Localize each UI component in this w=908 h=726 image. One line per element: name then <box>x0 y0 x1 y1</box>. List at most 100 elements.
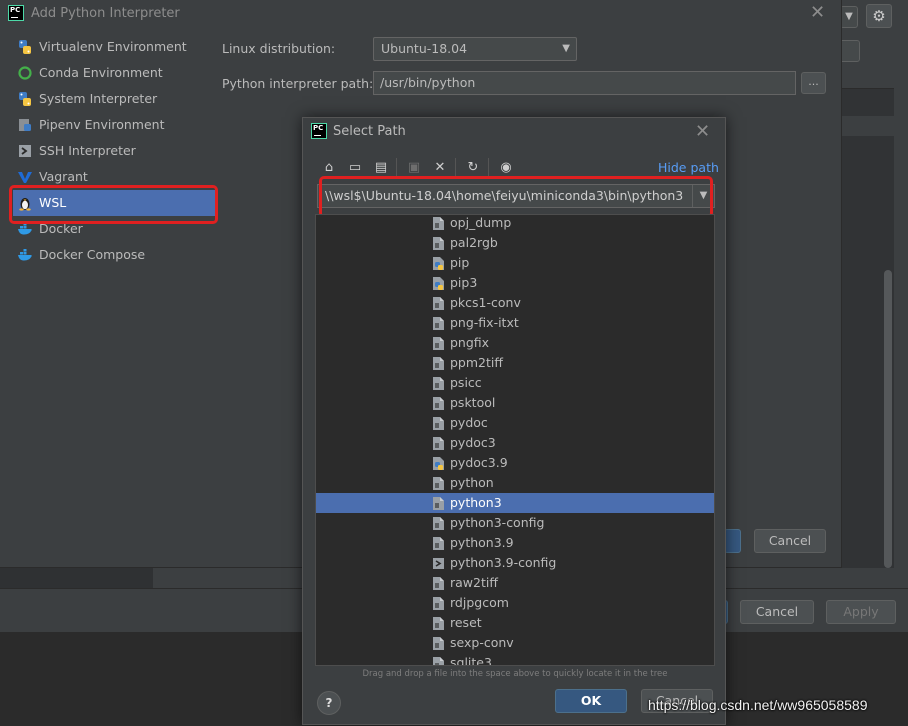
interpreter-dropdown-arrow[interactable]: ▼ <box>840 6 858 28</box>
tree-row-label: pydoc <box>450 415 488 430</box>
refresh-icon[interactable]: ↻ <box>464 159 482 177</box>
home-icon[interactable]: ⌂ <box>320 159 338 177</box>
dialog-title: Select Path <box>333 124 406 139</box>
linux-distribution-label: Linux distribution: <box>222 41 336 56</box>
tree-row[interactable]: sqlite3 <box>316 653 714 665</box>
close-icon[interactable]: ✕ <box>810 4 825 22</box>
python-file-icon <box>433 257 444 270</box>
tree-row[interactable]: python3 <box>316 493 714 513</box>
sidebar-item-conda[interactable]: Conda Environment <box>13 60 215 86</box>
sidebar-item-label: Conda Environment <box>39 65 163 80</box>
tree-row[interactable]: pkcs1-conv <box>316 293 714 313</box>
script-file-icon <box>433 558 444 569</box>
file-icon <box>433 517 444 530</box>
file-tree[interactable]: opj_dump pal2rgb pip pip3 pkcs1-conv png-fix-… <box>315 214 715 666</box>
file-icon <box>433 397 444 410</box>
file-icon <box>433 477 444 490</box>
hide-path-link[interactable]: Hide path <box>658 160 719 175</box>
tree-row-label: pip <box>450 255 470 270</box>
file-icon <box>433 597 444 610</box>
new-folder-icon[interactable]: ▣ <box>405 159 423 177</box>
ok-button[interactable]: OK <box>555 689 627 713</box>
sidebar-item-label: SSH Interpreter <box>39 143 136 158</box>
gear-icon[interactable]: ⚙ <box>866 4 892 28</box>
packages-scrollbar[interactable] <box>884 270 892 568</box>
tree-row[interactable]: reset <box>316 613 714 633</box>
tree-row[interactable]: ppm2tiff <box>316 353 714 373</box>
file-icon <box>433 317 444 330</box>
file-icon <box>433 657 444 665</box>
dialog-cancel-button[interactable]: Cancel <box>754 529 826 553</box>
tree-row-label: png-fix-itxt <box>450 315 519 330</box>
sidebar-item-docker-compose[interactable]: Docker Compose <box>13 242 215 268</box>
docker-icon <box>18 249 32 261</box>
tree-row-label: ppm2tiff <box>450 355 503 370</box>
tree-row-label: pydoc3 <box>450 435 496 450</box>
linux-distribution-dropdown[interactable]: Ubuntu-18.04 ▼ <box>373 37 577 61</box>
file-icon <box>433 237 444 250</box>
pycharm-logo-icon: PC <box>8 5 24 21</box>
vagrant-icon <box>18 172 32 183</box>
tree-row[interactable]: python3-config <box>316 513 714 533</box>
file-icon <box>433 577 444 590</box>
tree-row-label: psicc <box>450 375 482 390</box>
sidebar-item-pipenv[interactable]: Pipenv Environment <box>13 112 215 138</box>
tree-row[interactable]: pngfix <box>316 333 714 353</box>
browse-button[interactable]: ... <box>801 72 826 94</box>
dialog-title: Add Python Interpreter <box>31 6 180 21</box>
sidebar-item-ssh[interactable]: SSH Interpreter <box>13 138 215 164</box>
tree-row[interactable]: opj_dump <box>316 215 714 233</box>
path-highlight-box <box>319 176 713 218</box>
show-hidden-icon[interactable]: ◉ <box>497 159 515 177</box>
interpreter-path-input[interactable]: /usr/bin/python <box>373 71 796 95</box>
file-icon <box>433 537 444 550</box>
tree-row-label: python3 <box>450 495 502 510</box>
tree-row[interactable]: python3.9 <box>316 533 714 553</box>
tree-row[interactable]: pydoc <box>316 413 714 433</box>
sidebar-item-label: Pipenv Environment <box>39 117 165 132</box>
tree-row[interactable]: pydoc3 <box>316 433 714 453</box>
tree-row[interactable]: pydoc3.9 <box>316 453 714 473</box>
wsl-highlight-box <box>9 185 218 224</box>
tree-row-label: rdjpgcom <box>450 595 509 610</box>
tree-row[interactable]: rdjpgcom <box>316 593 714 613</box>
file-icon <box>433 217 444 230</box>
settings-cancel-button[interactable]: Cancel <box>740 600 814 624</box>
tree-row-label: sexp-conv <box>450 635 514 650</box>
file-icon <box>433 437 444 450</box>
tree-row[interactable]: png-fix-itxt <box>316 313 714 333</box>
tree-row[interactable]: python3.9-config <box>316 553 714 573</box>
pycharm-logo-icon: PC <box>311 123 327 139</box>
packages-table-header <box>842 116 894 136</box>
tree-row[interactable]: pip3 <box>316 273 714 293</box>
tree-row-label: python <box>450 475 494 490</box>
tree-row-label: python3.9-config <box>450 555 557 570</box>
tree-row[interactable]: psktool <box>316 393 714 413</box>
tree-row[interactable]: raw2tiff <box>316 573 714 593</box>
tree-row[interactable]: pip <box>316 253 714 273</box>
project-folder-icon[interactable]: ▤ <box>372 159 390 177</box>
tree-row[interactable]: psicc <box>316 373 714 393</box>
file-icon <box>433 337 444 350</box>
sidebar-item-virtualenv[interactable]: Virtualenv Environment <box>13 34 215 60</box>
chevron-down-icon: ▼ <box>562 43 570 54</box>
settings-apply-button[interactable]: Apply <box>826 600 896 624</box>
close-icon[interactable]: ✕ <box>695 123 710 141</box>
help-button[interactable]: ? <box>317 691 341 715</box>
tree-row-label: pngfix <box>450 335 490 350</box>
file-icon <box>433 497 444 510</box>
python-file-icon <box>433 457 444 470</box>
python-file-icon <box>433 277 444 290</box>
tree-row[interactable]: python <box>316 473 714 493</box>
dialog-ok-button[interactable] <box>724 529 741 553</box>
desktop-icon[interactable]: ▭ <box>346 159 364 177</box>
python-icon <box>19 92 31 106</box>
tree-row[interactable]: sexp-conv <box>316 633 714 653</box>
tree-row-label: raw2tiff <box>450 575 498 590</box>
tree-row[interactable]: pal2rgb <box>316 233 714 253</box>
delete-icon[interactable]: ✕ <box>431 159 449 177</box>
select-path-dialog: PC Select Path ✕ ⌂ ▭ ▤ ▣ ✕ ↻ ◉ Hide path… <box>302 117 726 725</box>
sidebar-item-system-interpreter[interactable]: System Interpreter <box>13 86 215 112</box>
settings-sidebar-strip <box>0 568 153 588</box>
tree-row-label: pip3 <box>450 275 478 290</box>
